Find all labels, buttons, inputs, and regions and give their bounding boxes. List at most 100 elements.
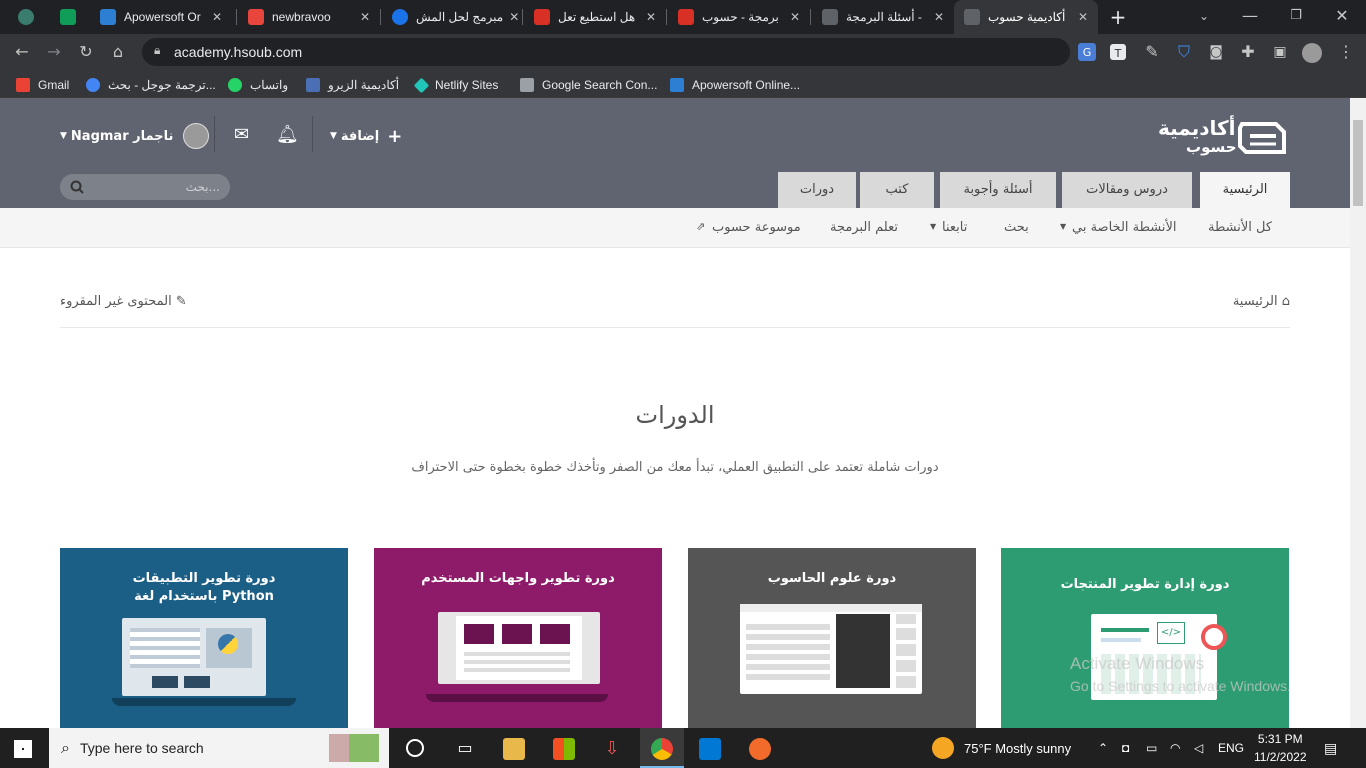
new-tab-icon[interactable]: + — [1108, 7, 1128, 27]
camera-extension-icon[interactable]: ◙ — [1206, 42, 1226, 62]
google-icon — [86, 78, 100, 92]
browser-tab[interactable]: أسئلة البرمجة - ✕ — [812, 0, 954, 34]
browser-tab[interactable]: newbravoo ✕ — [238, 0, 380, 34]
url-text: academy.hsoub.com — [174, 44, 303, 60]
tab-questions[interactable]: أسئلة وأجوبة — [940, 172, 1056, 208]
browser-tab-pinned[interactable] — [50, 0, 86, 34]
back-icon[interactable]: ← — [12, 42, 32, 62]
scrollbar-thumb[interactable] — [1353, 120, 1363, 206]
site-search[interactable] — [60, 174, 230, 200]
home-icon[interactable]: ⌂ — [108, 42, 128, 62]
bookmark-google-translate[interactable]: ترجمة جوجل - بحث... — [86, 76, 216, 94]
search-input[interactable] — [90, 177, 220, 197]
close-icon[interactable]: ✕ — [503, 10, 519, 24]
browser-tab[interactable]: مبرمج لحل المش ✕ — [382, 0, 522, 34]
tab-courses[interactable]: دورات — [778, 172, 856, 208]
close-icon[interactable]: ✕ — [206, 10, 222, 24]
magic-wand-icon: ✎ — [175, 294, 187, 309]
download-app-icon[interactable]: ⇩ — [601, 738, 623, 760]
circle-icon — [392, 9, 408, 25]
subnav-my-activity[interactable]: الأنشطة الخاصة بي — [1072, 220, 1177, 235]
course-card-python[interactable]: دورة تطوير التطبيقات باستخدام لغة Python — [60, 548, 348, 728]
minimize-icon[interactable]: — — [1240, 6, 1260, 26]
course-card-product-management[interactable]: دورة إدارة تطوير المنتجات </> — [1001, 548, 1289, 728]
battery-icon[interactable]: ▭ — [1146, 728, 1157, 768]
puzzle-icon[interactable]: ✚ — [1238, 42, 1258, 62]
sheets-icon — [60, 9, 76, 25]
bell-icon[interactable]: 🔔︎ — [276, 124, 299, 145]
bookmark-apowersoft[interactable]: Apowersoft Online... — [670, 76, 800, 94]
close-icon[interactable]: ✕ — [354, 10, 370, 24]
camera-tray-icon[interactable]: ◘ — [1122, 728, 1129, 768]
vscode-icon[interactable] — [699, 738, 721, 760]
hsoub-icon — [964, 9, 980, 25]
close-window-icon[interactable]: ✕ — [1332, 6, 1352, 26]
avatar — [183, 123, 210, 149]
tab-articles[interactable]: دروس ومقالات — [1062, 172, 1192, 208]
pen-extension-icon[interactable]: ✎ — [1142, 42, 1162, 62]
search-highlight-icon — [329, 734, 379, 762]
whatsapp-icon — [228, 78, 242, 92]
page-scrollbar[interactable] — [1350, 98, 1366, 728]
address-bar[interactable]: 🔒︎ academy.hsoub.com — [142, 38, 1070, 66]
language-indicator[interactable]: ENG — [1218, 728, 1244, 768]
file-explorer-icon[interactable] — [503, 738, 525, 760]
translate-extension-icon[interactable]: G — [1078, 43, 1096, 61]
reload-icon[interactable]: ↻ — [76, 42, 96, 62]
subnav-hsoub-encyclopedia[interactable]: موسوعة حسوب — [712, 220, 801, 235]
subnav-learn-programming[interactable]: تعلم البرمجة — [830, 220, 898, 235]
clock[interactable]: 5:31 PM 11/2/2022 — [1254, 728, 1307, 768]
unread-content-link[interactable]: المحتوى غير المقروء ✎ — [60, 294, 187, 309]
close-icon[interactable]: ✕ — [928, 10, 944, 24]
tab-title: برمجة - حسوب — [702, 10, 779, 24]
notification-icon[interactable]: ▤ — [1324, 728, 1337, 768]
course-card-frontend[interactable]: دورة تطوير واجهات المستخدم — [374, 548, 662, 728]
add-menu[interactable]: ▼ إضافة + — [330, 124, 402, 148]
store-icon[interactable] — [553, 738, 575, 760]
weather-widget[interactable]: 75°F Mostly sunny — [932, 728, 1071, 768]
bookmark-netlify[interactable]: Netlify Sites — [413, 76, 498, 94]
user-menu[interactable]: ▼ Nagmar ناجمار — [60, 123, 210, 149]
close-icon[interactable]: ✕ — [640, 10, 656, 24]
speaker-icon[interactable]: ◁ — [1194, 728, 1203, 768]
close-icon[interactable]: ✕ — [784, 10, 800, 24]
wifi-icon[interactable]: ◠ — [1170, 728, 1180, 768]
sidepanel-icon[interactable]: ▣ — [1270, 42, 1290, 62]
breadcrumb-home[interactable]: الرئيسية ⌂ — [1233, 294, 1290, 309]
chevron-up-icon[interactable]: ⌃ — [1098, 728, 1108, 768]
restore-icon[interactable]: ❐ — [1286, 6, 1306, 26]
text-extension-icon[interactable]: T — [1110, 44, 1126, 60]
windows-start-icon[interactable] — [14, 740, 32, 758]
profile-avatar[interactable] — [1302, 43, 1322, 63]
envelope-icon[interactable]: ✉ — [234, 124, 249, 145]
browser-tab[interactable]: هل استطيع تعل ✕ — [524, 0, 666, 34]
course-illustration — [122, 618, 266, 696]
task-view-icon[interactable]: ▭ — [454, 738, 476, 760]
browser-tab-strip: Apowersoft Or ✕ newbravoo ✕ مبرمج لحل المش… — [0, 0, 1366, 34]
subnav-all-activity[interactable]: كل الأنشطة — [1208, 220, 1272, 235]
browser-tab[interactable]: برمجة - حسوب ✕ — [668, 0, 810, 34]
sun-icon — [932, 737, 954, 759]
taskbar-search[interactable]: ⌕ Type here to search — [49, 728, 389, 768]
course-card-computer-science[interactable]: دورة علوم الحاسوب — [688, 548, 976, 728]
chevron-down-icon[interactable]: ⌄ — [1194, 6, 1214, 26]
bookmark-gmail[interactable]: Gmail — [16, 76, 69, 94]
bookmark-whatsapp[interactable]: واتساب — [228, 76, 288, 94]
cortana-icon[interactable] — [406, 739, 424, 757]
tab-home[interactable]: الرئيسية — [1200, 172, 1290, 208]
close-icon[interactable]: ✕ — [1072, 10, 1088, 24]
tab-books[interactable]: كتب — [860, 172, 934, 208]
chrome-icon[interactable] — [651, 738, 673, 760]
browser-tab-pinned[interactable] — [8, 0, 44, 34]
forward-icon[interactable]: → — [44, 42, 64, 62]
bookmark-zero-academy[interactable]: أكاديمية الزيرو — [306, 76, 399, 94]
subnav-search[interactable]: بحث — [1004, 220, 1029, 235]
browser-tab[interactable]: Apowersoft Or ✕ — [90, 0, 232, 34]
pen-app-icon[interactable] — [749, 738, 771, 760]
bookmark-search-console[interactable]: Google Search Con... — [520, 76, 657, 94]
search-icon[interactable] — [70, 180, 84, 194]
browser-tab-active[interactable]: أكاديمية حسوب ✕ — [954, 0, 1098, 34]
menu-icon[interactable]: ⋮ — [1336, 42, 1356, 62]
subnav-follow[interactable]: تابعنا — [942, 220, 967, 235]
shield-extension-icon[interactable]: ⛉ — [1174, 42, 1194, 62]
